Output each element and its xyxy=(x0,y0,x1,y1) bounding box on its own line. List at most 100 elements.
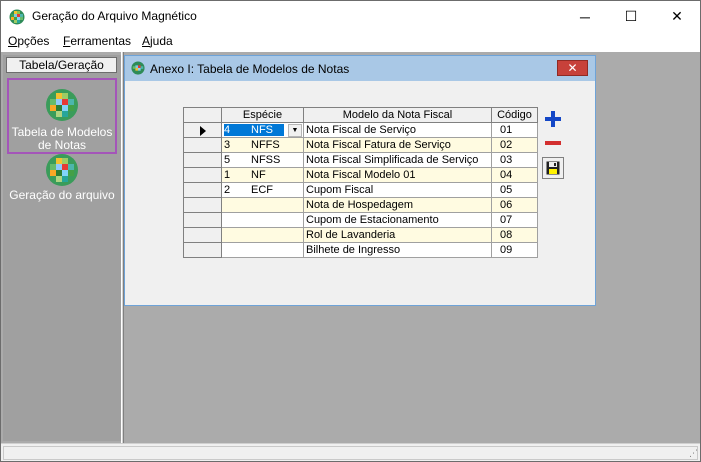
column-header-modelo[interactable]: Modelo da Nota Fiscal xyxy=(303,107,492,123)
column-header-especie[interactable]: Espécie xyxy=(221,107,304,123)
minimize-button[interactable]: ─ xyxy=(562,1,608,32)
table-row[interactable]: 1 NF Nota Fiscal Modelo 01 04 xyxy=(183,167,538,183)
especie-cell[interactable] xyxy=(221,242,304,258)
minus-icon xyxy=(545,141,561,145)
modelo-cell[interactable]: Cupom Fiscal xyxy=(303,182,492,198)
menu-ferramentas[interactable]: Ferramentas xyxy=(63,34,131,48)
especie-cell[interactable] xyxy=(221,197,304,213)
window-title: Geração do Arquivo Magnético xyxy=(32,9,197,23)
modelo-cell[interactable]: Nota Fiscal Simplificada de Serviço xyxy=(303,152,492,168)
row-header[interactable] xyxy=(183,152,222,168)
grid-corner-header xyxy=(183,107,222,123)
child-close-button[interactable]: ✕ xyxy=(557,60,588,76)
dropdown-arrow-icon[interactable]: ▼ xyxy=(288,124,302,137)
table-row[interactable]: 3 NFFS Nota Fiscal Fatura de Serviço 02 xyxy=(183,137,538,153)
mosaic-icon xyxy=(46,154,78,186)
especie-cell[interactable]: 3 NFFS xyxy=(221,137,304,153)
table-row[interactable]: Bilhete de Ingresso 09 xyxy=(183,242,538,258)
add-row-button[interactable] xyxy=(542,108,564,130)
especie-name: NFSS xyxy=(251,154,281,166)
especie-cell[interactable]: 4 NFS ▼ xyxy=(221,122,304,138)
modelo-cell[interactable]: Nota Fiscal Modelo 01 xyxy=(303,167,492,183)
modelo-cell[interactable]: Rol de Lavanderia xyxy=(303,227,492,243)
especie-cell[interactable] xyxy=(221,212,304,228)
table-row[interactable]: 2 ECF Cupom Fiscal 05 xyxy=(183,182,538,198)
table-row[interactable]: Nota de Hospedagem 06 xyxy=(183,197,538,213)
especie-cell[interactable]: 2 ECF xyxy=(221,182,304,198)
codigo-cell[interactable]: 08 xyxy=(491,227,538,243)
modelo-cell[interactable]: Bilhete de Ingresso xyxy=(303,242,492,258)
codigo-cell[interactable]: 01 xyxy=(491,122,538,138)
maximize-icon: ☐ xyxy=(624,8,638,24)
grid-body: 4 NFS ▼ Nota Fiscal de Serviço 01 3 NFFS Nota F… xyxy=(183,122,538,258)
especie-name: ECF xyxy=(251,184,273,196)
panel-item-tabela-modelos[interactable]: Tabela de Modelos de Notas xyxy=(7,78,117,154)
minimize-icon: ─ xyxy=(580,8,590,25)
menu-opcoes[interactable]: Opções xyxy=(8,34,49,48)
table-row[interactable]: Rol de Lavanderia 08 xyxy=(183,227,538,243)
child-mosaic-icon xyxy=(131,61,145,75)
models-grid: Espécie Modelo da Nota Fiscal Código 4 NF… xyxy=(183,107,538,258)
especie-code: 3 xyxy=(224,139,231,151)
especie-name: NFFS xyxy=(251,139,280,151)
especie-cell[interactable]: 5 NFSS xyxy=(221,152,304,168)
child-window: Anexo I: Tabela de Modelos de Notas ✕ Es… xyxy=(124,55,596,306)
codigo-cell[interactable]: 09 xyxy=(491,242,538,258)
row-header[interactable] xyxy=(183,242,222,258)
resize-grip-icon[interactable]: ⋰ xyxy=(689,448,698,459)
close-icon: ✕ xyxy=(671,8,683,24)
status-panel xyxy=(3,446,698,460)
maximize-button[interactable]: ☐ xyxy=(608,1,654,32)
panel-item-label: Tabela de Modelos de Notas xyxy=(11,125,113,152)
app-mosaic-icon xyxy=(9,9,25,25)
close-button[interactable]: ✕ xyxy=(654,1,700,32)
especie-code: 4 xyxy=(224,124,231,136)
especie-name: NFS xyxy=(251,124,273,136)
save-button[interactable] xyxy=(542,157,564,179)
mdi-client-area: Tabela/Geração Tabela de Modelos de Nota… xyxy=(1,52,700,443)
codigo-cell[interactable]: 04 xyxy=(491,167,538,183)
modelo-cell[interactable]: Cupom de Estacionamento xyxy=(303,212,492,228)
mosaic-icon xyxy=(46,89,78,121)
status-bar: ⋰ xyxy=(1,443,700,461)
codigo-cell[interactable]: 06 xyxy=(491,197,538,213)
modelo-cell[interactable]: Nota Fiscal Fatura de Serviço xyxy=(303,137,492,153)
row-header[interactable] xyxy=(183,227,222,243)
remove-row-button[interactable] xyxy=(542,132,564,154)
codigo-cell[interactable]: 05 xyxy=(491,182,538,198)
table-row[interactable]: 4 NFS ▼ Nota Fiscal de Serviço 01 xyxy=(183,122,538,138)
child-window-title: Anexo I: Tabela de Modelos de Notas xyxy=(150,62,350,76)
plus-icon xyxy=(545,111,561,127)
table-row[interactable]: 5 NFSS Nota Fiscal Simplificada de Serviço… xyxy=(183,152,538,168)
floppy-icon xyxy=(546,161,560,175)
row-header[interactable] xyxy=(183,182,222,198)
row-header[interactable] xyxy=(183,197,222,213)
modelo-cell[interactable]: Nota de Hospedagem xyxy=(303,197,492,213)
especie-cell[interactable] xyxy=(221,227,304,243)
row-header[interactable] xyxy=(183,122,222,138)
close-icon: ✕ xyxy=(567,61,578,75)
especie-code: 1 xyxy=(224,169,231,181)
especie-cell[interactable]: 1 NF xyxy=(221,167,304,183)
left-panel-header[interactable]: Tabela/Geração xyxy=(6,57,117,73)
especie-name: NF xyxy=(251,169,266,181)
title-bar: Geração do Arquivo Magnético ─ ☐ ✕ xyxy=(1,1,700,32)
panel-item-geracao-arquivo[interactable]: Geração do arquivo xyxy=(7,153,117,203)
especie-code: 5 xyxy=(224,154,231,166)
codigo-cell[interactable]: 07 xyxy=(491,212,538,228)
current-row-pointer-icon xyxy=(200,126,206,136)
codigo-cell[interactable]: 02 xyxy=(491,137,538,153)
codigo-cell[interactable]: 03 xyxy=(491,152,538,168)
row-header[interactable] xyxy=(183,167,222,183)
especie-code: 2 xyxy=(224,184,231,196)
modelo-cell[interactable]: Nota Fiscal de Serviço xyxy=(303,122,492,138)
row-header[interactable] xyxy=(183,212,222,228)
menu-bar: Opções Ferramentas Ajuda xyxy=(1,32,700,52)
menu-ajuda[interactable]: Ajuda xyxy=(142,34,173,48)
row-header[interactable] xyxy=(183,137,222,153)
panel-item-label: Geração do arquivo xyxy=(9,188,115,202)
column-header-codigo[interactable]: Código xyxy=(491,107,538,123)
child-title-bar[interactable]: Anexo I: Tabela de Modelos de Notas ✕ xyxy=(125,56,595,81)
main-window: Geração do Arquivo Magnético ─ ☐ ✕ Opçõe… xyxy=(0,0,701,462)
table-row[interactable]: Cupom de Estacionamento 07 xyxy=(183,212,538,228)
